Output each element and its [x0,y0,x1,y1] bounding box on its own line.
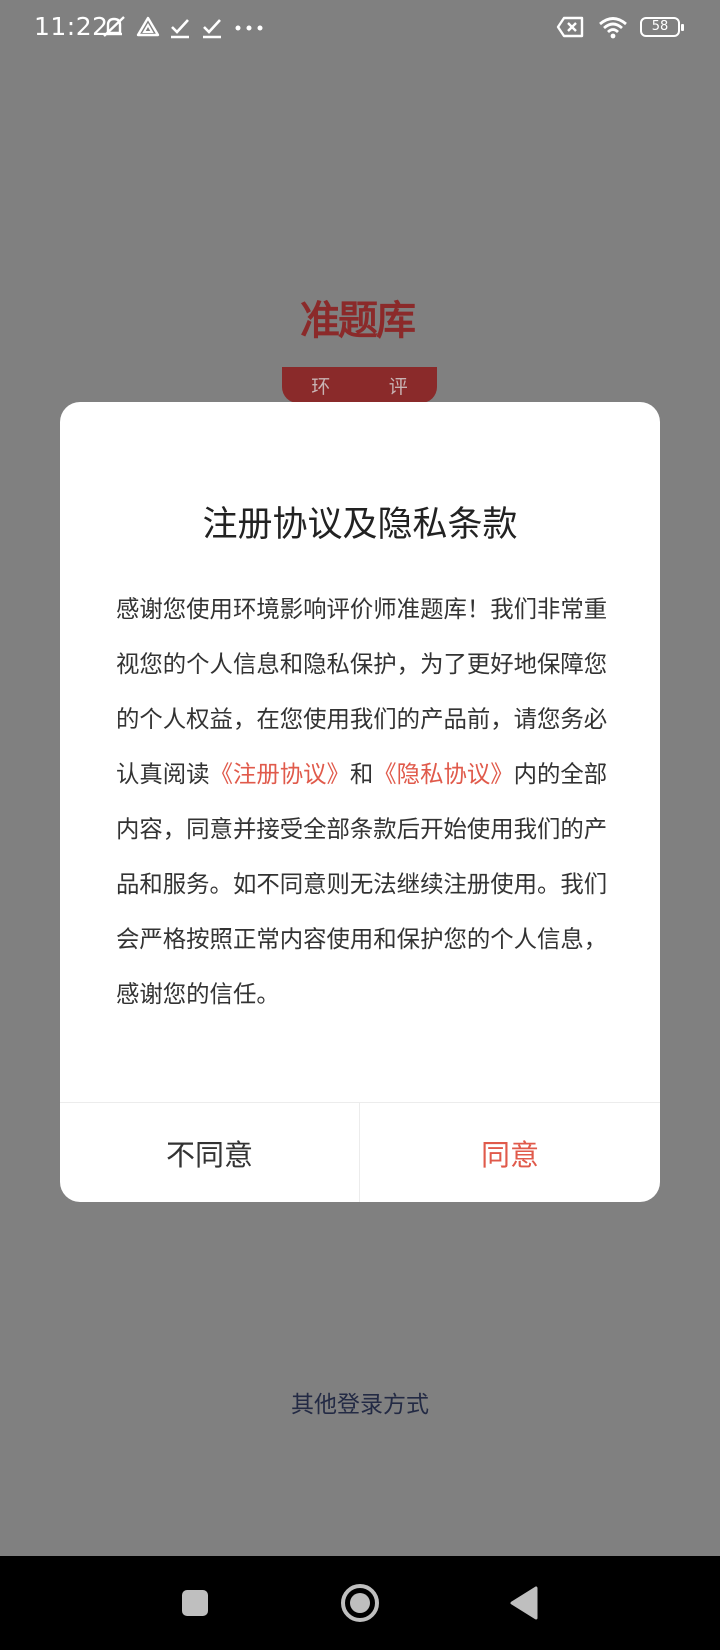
dialog-title: 注册协议及隐私条款 [202,505,518,545]
battery-icon: 58 [640,17,684,37]
muted-bell-icon [103,16,125,37]
agreement-dialog: 注册协议及隐私条款 感谢您使用环境影响评价师准题库！我们非常重视您的个人信息和隐… [60,402,660,1202]
agree-button[interactable]: 同意 [360,1103,660,1202]
status-time: 11:22 [34,12,109,41]
more-dots-icon [235,25,263,31]
battery-level: 58 [651,19,669,34]
subject-char: 环 [311,375,331,398]
body-text-after: 内的全部内容，同意并接受全部条款后开始使用我们的产品和服务。如不同意则无法继续注… [116,760,608,1008]
navigation-bar [0,1556,720,1650]
back-icon [510,1586,538,1620]
recents-button[interactable] [155,1556,235,1650]
system-icons: 58 [556,12,684,42]
app-logo-text: 准题库 [300,298,416,344]
other-login-link[interactable]: 其他登录方式 [0,1385,720,1419]
home-button[interactable] [320,1556,400,1650]
status-bar: 11:22 58 [0,0,720,56]
no-sim-icon [556,16,584,38]
privacy-agreement-link[interactable]: 《隐私协议》 [373,760,513,788]
drive-icon [136,16,160,37]
home-icon [341,1584,379,1622]
subject-badge: 环 评 [282,367,437,403]
check-icon [171,19,189,39]
app-logo: 准题库 [300,288,422,344]
back-button[interactable] [484,1556,564,1650]
check-icon [203,19,221,39]
subject-char: 评 [388,375,408,398]
recents-icon [182,1590,208,1616]
wifi-icon [599,17,627,39]
body-conjunction: 和 [349,760,374,788]
dialog-body: 感谢您使用环境影响评价师准题库！我们非常重视您的个人信息和隐私保护，为了更好地保… [116,582,608,1022]
disagree-button[interactable]: 不同意 [60,1103,359,1202]
register-agreement-link[interactable]: 《注册协议》 [210,760,350,788]
notification-icons [100,12,266,42]
